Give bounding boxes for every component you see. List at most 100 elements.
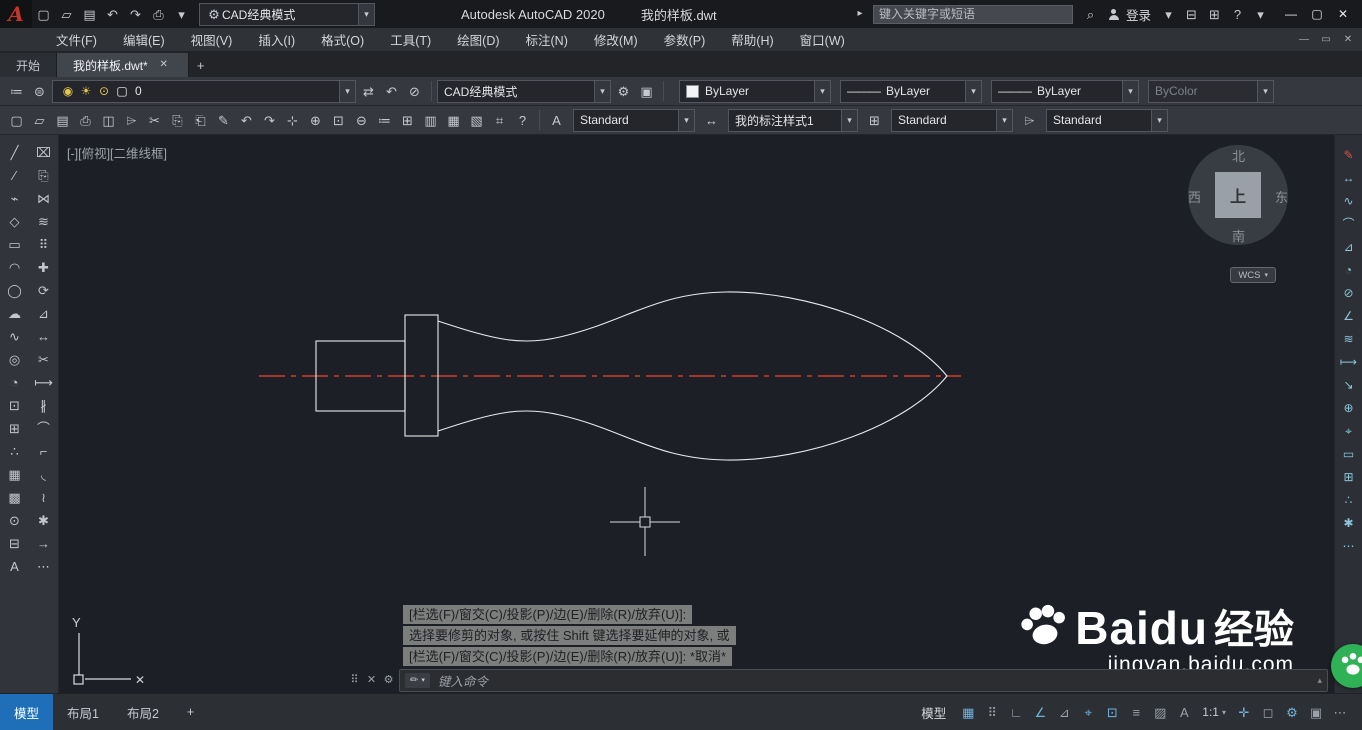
signin-button[interactable]: 登录	[1126, 5, 1151, 24]
workspace-settings-icon[interactable]: ⚙	[612, 80, 635, 102]
lineweight-icon[interactable]: ≡	[1124, 701, 1148, 723]
text-style-icon[interactable]: A	[545, 109, 568, 131]
transparency-icon[interactable]: ▨	[1148, 701, 1172, 723]
dimension-update-icon[interactable]: ✱	[1336, 511, 1362, 534]
more-tools-icon[interactable]: ⋯	[30, 555, 58, 578]
save-icon[interactable]: ▤	[51, 109, 74, 131]
layer-unlock-icon[interactable]: ⊙	[95, 80, 113, 102]
arc-icon[interactable]: ◠	[1, 256, 29, 279]
menu-window[interactable]: 窗口(W)	[800, 30, 845, 49]
properties-icon[interactable]: ≔	[373, 109, 396, 131]
dimension-style-icon[interactable]: ↔	[700, 109, 723, 131]
angular-dimension-icon[interactable]: ∠	[1336, 304, 1362, 327]
layer-on-icon[interactable]: ◉	[59, 80, 77, 102]
multileader-style-dropdown[interactable]: Standard ▾	[1046, 108, 1168, 132]
scale-icon[interactable]: ⊿	[30, 302, 58, 325]
linear-dimension-icon[interactable]: ↔	[1336, 166, 1362, 189]
menu-help[interactable]: 帮助(H)	[731, 30, 773, 49]
workspace-dropdown[interactable]: ⚙ CAD经典模式 ▾	[199, 2, 375, 26]
autocad-logo-icon[interactable]: A	[0, 0, 32, 28]
quick-dimension-icon[interactable]: ≋	[1336, 327, 1362, 350]
tolerance-icon[interactable]: ⌖	[1336, 419, 1362, 442]
command-input-bar[interactable]: ✏ ▾ 键入命令 ▴	[399, 668, 1328, 692]
dimension-style-dropdown[interactable]: 我的标注样式1 ▾	[728, 108, 858, 132]
blend-curves-icon[interactable]: ≀	[30, 486, 58, 509]
menu-draw[interactable]: 绘图(D)	[457, 30, 499, 49]
layer-thaw-icon[interactable]: ☀	[77, 80, 95, 102]
circle-icon[interactable]: ◯	[1, 279, 29, 302]
tab-start[interactable]: 开始	[0, 53, 58, 77]
text-style-dropdown[interactable]: Standard ▾	[573, 108, 695, 132]
undo-icon[interactable]: ↶	[101, 3, 124, 25]
layer-previous-icon[interactable]: ↶	[380, 80, 403, 102]
trim-icon[interactable]: ✂	[30, 348, 58, 371]
ortho-icon[interactable]: ∟	[1004, 701, 1028, 723]
new-icon[interactable]: ▢	[5, 109, 28, 131]
help-icon[interactable]: ?	[511, 109, 534, 131]
sheet-set-manager-icon[interactable]: ▦	[442, 109, 465, 131]
object-snap-icon[interactable]: ⊡	[1100, 701, 1124, 723]
make-current-layer-icon[interactable]: ⇄	[357, 80, 380, 102]
open-icon[interactable]: ▱	[28, 109, 51, 131]
new-layout-tab[interactable]: +	[173, 694, 208, 730]
erase-icon[interactable]: ⌧	[30, 141, 58, 164]
layer-color-swatch[interactable]: ▢	[113, 80, 131, 102]
diameter-dimension-icon[interactable]: ⊘	[1336, 281, 1362, 304]
object-color-dropdown[interactable]: ByLayer ▾	[679, 79, 831, 103]
table-style-icon[interactable]: ⊞	[863, 109, 886, 131]
doc-minimize-button[interactable]: —	[1294, 32, 1314, 48]
make-block-icon[interactable]: ⊞	[1, 417, 29, 440]
annotation-scale-dropdown[interactable]: 1:1 ▾	[1202, 705, 1226, 719]
layout2-tab[interactable]: 布局2	[113, 694, 173, 730]
layer-isolate-icon[interactable]: ⊘	[403, 80, 426, 102]
baseline-dimension-icon[interactable]: ⟼	[1336, 350, 1362, 373]
center-mark-icon[interactable]: ▭	[1336, 442, 1362, 465]
snap-mode-icon[interactable]: ⠿	[980, 701, 1004, 723]
leader-icon[interactable]: ⊕	[1336, 396, 1362, 419]
plot-preview-icon[interactable]: ◫	[97, 109, 120, 131]
viewport-dialog-icon[interactable]: ▣	[635, 80, 658, 102]
zoom-realtime-icon[interactable]: ⊕	[304, 109, 327, 131]
save-icon[interactable]: ▤	[78, 3, 101, 25]
menu-view[interactable]: 视图(V)	[191, 30, 233, 49]
ellipse-icon[interactable]: ◎	[1, 348, 29, 371]
model-space-label[interactable]: 模型	[921, 703, 946, 722]
extend-icon[interactable]: ⟼	[30, 371, 58, 394]
command-options-chip[interactable]: ✏ ▾	[405, 672, 430, 688]
layout1-tab[interactable]: 布局1	[53, 694, 113, 730]
zoom-previous-icon[interactable]: ⊖	[350, 109, 373, 131]
model-tab[interactable]: 模型	[0, 694, 54, 730]
app-store-icon[interactable]: ⊟	[1180, 3, 1203, 25]
command-customize-icon[interactable]: ⚙	[381, 669, 396, 691]
isodraft-icon[interactable]: ⊿	[1052, 701, 1076, 723]
inspection-icon[interactable]: ⊞	[1336, 465, 1362, 488]
menu-parametric[interactable]: 参数(P)	[664, 30, 706, 49]
menu-format[interactable]: 格式(O)	[321, 30, 364, 49]
paste-icon[interactable]: ⎗	[189, 109, 212, 131]
annotation-monitor-icon[interactable]: ◻	[1256, 701, 1280, 723]
polygon-icon[interactable]: ◇	[1, 210, 29, 233]
annotation-visibility-icon[interactable]: A	[1172, 701, 1196, 723]
menu-modify[interactable]: 修改(M)	[594, 30, 638, 49]
mirror-icon[interactable]: ⋈	[30, 187, 58, 210]
linetype-dropdown[interactable]: ——— ByLayer ▾	[840, 79, 982, 103]
grid-icon[interactable]: ▦	[956, 701, 980, 723]
mtext-icon[interactable]: A	[1, 555, 29, 578]
lineweight-dropdown[interactable]: ——— ByLayer ▾	[991, 79, 1139, 103]
polyline-icon[interactable]: ⌁	[1, 187, 29, 210]
break-icon[interactable]: ∦	[30, 394, 58, 417]
isolate-objects-icon[interactable]: ▣	[1304, 701, 1328, 723]
menu-tools[interactable]: 工具(T)	[390, 30, 431, 49]
osnap-tracking-icon[interactable]: ⌖	[1076, 701, 1100, 723]
fillet-icon[interactable]: ◟	[30, 463, 58, 486]
continue-dimension-icon[interactable]: ↘	[1336, 373, 1362, 396]
region-icon[interactable]: ⊙	[1, 509, 29, 532]
radius-dimension-icon[interactable]: ◔	[1336, 258, 1362, 281]
join-icon[interactable]: ⌒	[30, 417, 58, 440]
redo-icon[interactable]: ↷	[124, 3, 147, 25]
gradient-icon[interactable]: ▩	[1, 486, 29, 509]
maximize-button[interactable]: ▢	[1304, 3, 1330, 25]
plot-icon[interactable]: ⎙	[147, 3, 170, 25]
menu-insert[interactable]: 插入(I)	[258, 30, 295, 49]
explode-icon[interactable]: ✱	[30, 509, 58, 532]
